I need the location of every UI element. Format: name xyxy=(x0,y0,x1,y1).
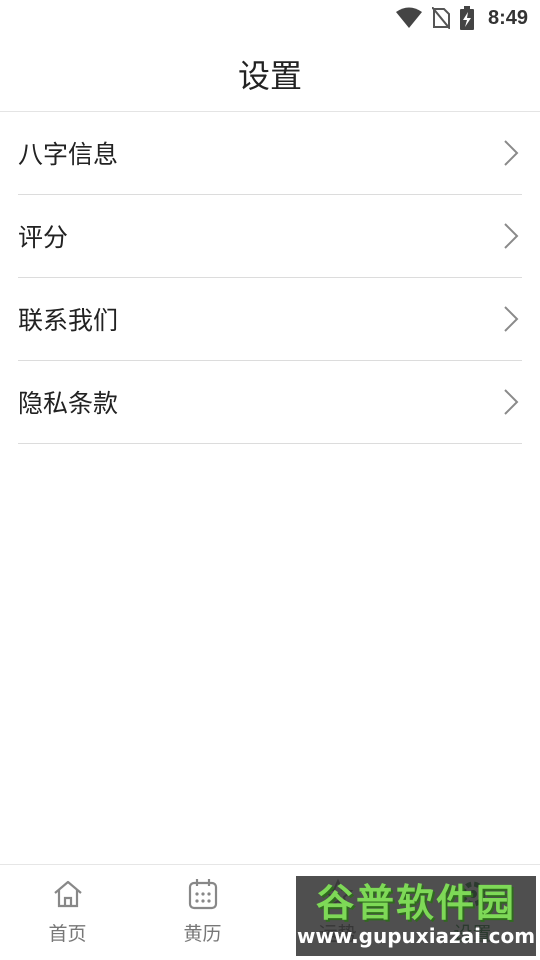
menu-item-label: 评分 xyxy=(18,223,69,252)
chevron-right-icon xyxy=(500,138,522,168)
menu-item-label: 联系我们 xyxy=(18,306,119,335)
tab-label: 黄历 xyxy=(183,923,222,945)
page-header: 设置 xyxy=(0,36,540,112)
chevron-right-icon xyxy=(500,387,522,417)
chevron-right-icon xyxy=(500,221,522,251)
watermark-logo: 谷普软件园 xyxy=(315,881,516,925)
tab-label: 首页 xyxy=(48,923,87,945)
site-watermark: 谷普软件园 www.gupuxiazai.com xyxy=(296,876,536,956)
calendar-icon xyxy=(186,877,220,911)
chevron-right-icon xyxy=(500,304,522,334)
status-time: 8:49 xyxy=(487,6,528,29)
watermark-url: www.gupuxiazai.com xyxy=(296,924,536,948)
status-bar: 8:49 xyxy=(0,0,540,36)
menu-item-rating[interactable]: 评分 xyxy=(18,195,522,278)
battery-charging-icon xyxy=(459,6,474,30)
page-title: 设置 xyxy=(237,56,302,95)
menu-item-bazi-info[interactable]: 八字信息 xyxy=(18,112,522,195)
menu-item-label: 八字信息 xyxy=(18,140,119,169)
menu-item-privacy-policy[interactable]: 隐私条款 xyxy=(18,361,522,444)
no-sim-icon xyxy=(431,7,450,29)
menu-item-contact-us[interactable]: 联系我们 xyxy=(18,278,522,361)
settings-menu: 八字信息 评分 联系我们 隐私条款 xyxy=(18,112,522,444)
menu-item-label: 隐私条款 xyxy=(18,389,119,418)
tab-home[interactable]: 首页 xyxy=(0,865,135,960)
wifi-icon xyxy=(395,7,422,29)
tab-calendar[interactable]: 黄历 xyxy=(135,865,270,960)
home-icon xyxy=(51,877,85,911)
